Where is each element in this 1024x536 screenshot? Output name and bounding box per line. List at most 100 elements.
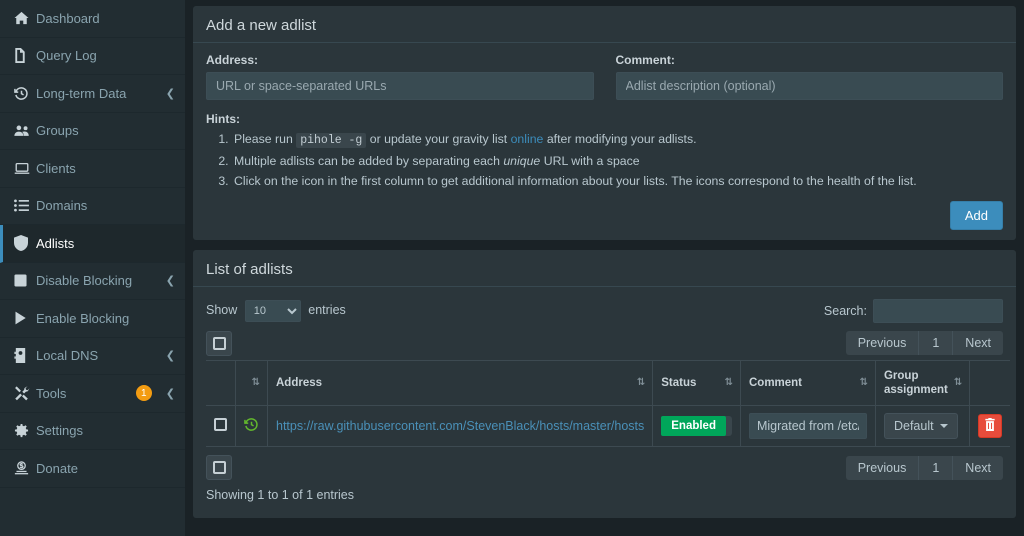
donate-icon	[14, 461, 36, 475]
row-comment-cell	[740, 406, 875, 447]
select-all-bottom-button[interactable]	[206, 455, 232, 480]
trash-icon	[984, 418, 996, 434]
hint1-command: pihole -g	[296, 133, 366, 148]
add-adlist-body: Address: Comment: Hints: Please run piho…	[193, 43, 1016, 240]
select-all-top-button[interactable]	[206, 331, 232, 356]
previous-button-bottom[interactable]: Previous	[846, 456, 920, 480]
add-adlist-header: Add a new adlist	[193, 8, 1016, 43]
main-content: Add a new adlist Address: Comment: Hints…	[185, 0, 1024, 536]
row-group-cell: Default	[875, 406, 969, 447]
column-header-status[interactable]: Status ⇅	[653, 360, 741, 406]
sidebar-item-settings[interactable]: Settings	[0, 413, 185, 451]
sidebar-item-label: Disable Blocking	[36, 273, 160, 288]
sidebar-item-adlists[interactable]: Adlists	[0, 225, 185, 263]
sidebar-item-label: Local DNS	[36, 348, 160, 363]
file-icon	[14, 48, 36, 63]
sort-icon: ⇅	[252, 377, 259, 390]
search-label: Search:	[824, 304, 867, 318]
users-icon	[14, 124, 36, 137]
group-assignment-dropdown[interactable]: Default	[884, 413, 958, 439]
next-button-bottom[interactable]: Next	[953, 456, 1003, 480]
column-header-health[interactable]: ⇅	[236, 360, 268, 406]
page-1-button-bottom[interactable]: 1	[919, 456, 953, 480]
sidebar-item-label: Settings	[36, 423, 175, 438]
sidebar-item-query-log[interactable]: Query Log	[0, 38, 185, 76]
sort-icon: ⇅	[860, 377, 867, 390]
sidebar-item-label: Tools	[36, 386, 136, 401]
add-button[interactable]: Add	[950, 201, 1003, 230]
column-header-label: Status	[661, 376, 696, 390]
shield-icon	[14, 235, 36, 251]
row-health-cell[interactable]	[236, 406, 268, 447]
column-header-label: Group assignment	[884, 369, 948, 398]
gear-icon	[14, 423, 36, 438]
gravity-online-link[interactable]: online	[511, 132, 544, 146]
sidebar-item-domains[interactable]: Domains	[0, 188, 185, 226]
adlist-address-link[interactable]: https://raw.githubusercontent.com/Steven…	[276, 419, 644, 433]
search-control: Search:	[824, 299, 1003, 323]
top-control-row: Previous 1 Next	[206, 329, 1003, 360]
pagination-top: Previous 1 Next	[846, 331, 1003, 355]
home-icon	[14, 11, 36, 25]
sidebar-item-long-term-data[interactable]: Long-term Data❮	[0, 75, 185, 113]
column-header-comment[interactable]: Comment ⇅	[740, 360, 875, 406]
sidebar-item-dashboard[interactable]: Dashboard	[0, 0, 185, 38]
row-delete-cell	[970, 406, 1011, 447]
sidebar-item-donate[interactable]: Donate	[0, 450, 185, 488]
row-comment-input[interactable]	[749, 413, 867, 439]
hint-item-1: Please run pihole -g or update your grav…	[232, 129, 1003, 151]
column-header-group-assignment[interactable]: Group assignment ⇅	[875, 360, 969, 406]
sidebar-item-local-dns[interactable]: Local DNS❮	[0, 338, 185, 376]
address-field-group: Address:	[206, 53, 594, 100]
checkbox-icon	[213, 337, 226, 350]
sidebar-item-clients[interactable]: Clients	[0, 150, 185, 188]
history-icon	[14, 86, 36, 101]
add-adlist-title: Add a new adlist	[206, 17, 316, 34]
hint1-pre: Please run	[234, 132, 293, 146]
hint-item-2: Multiple adlists can be added by separat…	[232, 151, 1003, 171]
column-header-label: Comment	[749, 376, 802, 390]
sidebar-item-label: Enable Blocking	[36, 311, 175, 326]
row-select-cell[interactable]	[206, 406, 236, 447]
address-book-icon	[14, 348, 36, 363]
sort-icon: ⇅	[725, 377, 732, 390]
sidebar-item-badge: 1	[136, 385, 152, 401]
hints-list: Please run pihole -g or update your grav…	[210, 129, 1003, 192]
page-1-button-top[interactable]: 1	[919, 331, 953, 355]
sidebar-item-label: Clients	[36, 161, 175, 176]
previous-button-top[interactable]: Previous	[846, 331, 920, 355]
sidebar-item-tools[interactable]: Tools1❮	[0, 375, 185, 413]
adlists-panel: List of adlists Show 102550100All entrie…	[193, 250, 1016, 519]
stop-icon	[14, 274, 36, 287]
search-input[interactable]	[873, 299, 1003, 323]
laptop-icon	[14, 162, 36, 175]
hint-item-3: Click on the icon in the first column to…	[232, 171, 1003, 191]
entries-label: entries	[308, 303, 346, 317]
add-adlist-form: Address: Comment:	[206, 53, 1003, 100]
tools-icon	[14, 386, 36, 401]
sidebar-item-groups[interactable]: Groups	[0, 113, 185, 151]
hint1-mid: or update your gravity list	[370, 132, 507, 146]
sort-icon: ⇅	[954, 377, 961, 390]
address-input[interactable]	[206, 72, 594, 100]
sidebar-item-enable-blocking[interactable]: Enable Blocking	[0, 300, 185, 338]
sidebar-item-label: Groups	[36, 123, 175, 138]
status-toggle[interactable]: Enabled	[661, 416, 732, 436]
hint2-emphasis: unique	[503, 154, 540, 168]
column-header-address[interactable]: Address⇅	[268, 360, 653, 406]
history-icon[interactable]	[244, 417, 259, 432]
page-length-select[interactable]: 102550100All	[245, 300, 301, 322]
sidebar-item-disable-blocking[interactable]: Disable Blocking❮	[0, 263, 185, 301]
add-adlist-panel: Add a new adlist Address: Comment: Hints…	[193, 6, 1016, 240]
column-header-actions	[970, 360, 1011, 406]
table-row: https://raw.githubusercontent.com/Steven…	[206, 406, 1010, 447]
adlists-table: ⇅Address⇅Status⇅Comment⇅Group assignment…	[206, 360, 1010, 448]
sidebar-item-label: Domains	[36, 198, 175, 213]
list-icon	[14, 199, 36, 212]
comment-input[interactable]	[616, 72, 1004, 100]
next-button-top[interactable]: Next	[953, 331, 1003, 355]
row-checkbox-icon[interactable]	[214, 418, 227, 431]
delete-adlist-button[interactable]	[978, 414, 1002, 438]
play-icon	[14, 311, 36, 325]
show-label: Show	[206, 303, 237, 317]
